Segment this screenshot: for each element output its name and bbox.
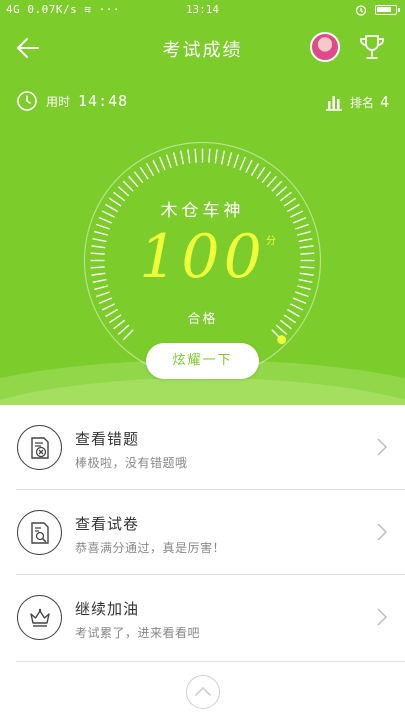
gauge-tick [187,149,191,164]
gauge-tick [152,159,160,173]
chevron-up-icon [195,686,211,696]
gauge-tick [292,297,307,305]
gauge-tick [261,171,272,184]
gauge-tick [220,150,226,165]
score-unit: 分 [266,236,276,247]
gauge-tick [145,163,155,176]
list-item-keep-going[interactable]: 继续加油 考试累了，进来看看吧 [0,575,405,659]
gauge-tick [214,149,218,164]
gauge-tick [275,186,288,197]
clock-icon [17,91,37,111]
gauge-tick [245,159,253,173]
gauge-pointer [277,335,287,345]
gauge-tick [194,148,197,163]
gauge-tick [122,329,134,341]
gauge-tick [233,154,240,168]
list-item-view-paper[interactable]: 查看试卷 恭喜满分通过，真是厉害！ [0,490,405,574]
chevron-right-icon [377,608,387,626]
gauge-tick [133,171,144,184]
gauge-tick [128,175,139,188]
show-off-button[interactable]: 炫耀一下 [146,343,259,379]
gauge-tick [239,156,247,171]
alarm-icon [355,5,367,16]
status-bar: 4G 0.07K/s ≋ ··· 13:14 [0,0,405,22]
gauge-tick [158,156,166,171]
gauge-tick [122,180,134,192]
ranking[interactable]: 排名 4 [324,92,389,112]
trophy-icon [360,35,384,59]
page-title: 考试成绩 [162,40,243,61]
trophy-button[interactable] [357,32,387,62]
avatar[interactable] [310,32,340,62]
pass-status: 合格 [187,312,218,327]
list-item-title: 继续加油 [75,600,140,618]
bar-chart-icon [325,96,342,111]
time-used: 用时 14:48 [16,90,128,112]
time-used-label: 用时 [46,94,71,109]
chevron-right-icon [377,438,387,456]
gauge-tick [227,152,233,167]
gauge-tick [165,154,172,168]
rank-label: 排名 [349,95,374,110]
app-bar: 考试成绩 [0,26,405,70]
list-item-title: 查看错题 [75,430,140,448]
battery-icon [375,5,400,15]
time-used-value: 14:48 [78,92,129,110]
score-value: 100 [139,222,266,292]
gauge-tick [266,175,277,188]
rank-value: 4 [379,93,389,111]
scroll-up-button[interactable] [186,675,220,709]
list-item-title: 查看试卷 [75,515,140,533]
chevron-right-icon [377,523,387,541]
gauge-tick [256,166,266,180]
gauge-tick [250,163,260,176]
crown-icon [17,595,62,640]
list-item-wrong-questions[interactable]: 查看错题 棒极啦，没有错题哦 [0,405,405,489]
wrong-question-icon [17,425,62,470]
list-item-subtitle: 恭喜满分通过，真是厉害！ [75,541,226,555]
gauge-tick [139,166,149,180]
divider [16,661,405,662]
list-item-subtitle: 棒极啦，没有错题哦 [75,456,188,470]
gauge-tick [96,291,110,298]
gauge-tick [98,297,113,305]
status-icons [355,4,400,16]
clock-time: 13:14 [185,3,220,16]
gauge-tick [117,186,130,197]
gauge-tick [271,180,283,192]
gauge-tick [172,152,178,167]
gauge-tick [295,291,309,298]
paper-search-icon [17,510,62,555]
list-item-subtitle: 考试累了，进来看看吧 [75,626,201,640]
user-nickname: 木仓车神 [160,201,245,221]
gauge-tick [179,150,185,165]
gauge-tick [208,148,211,163]
